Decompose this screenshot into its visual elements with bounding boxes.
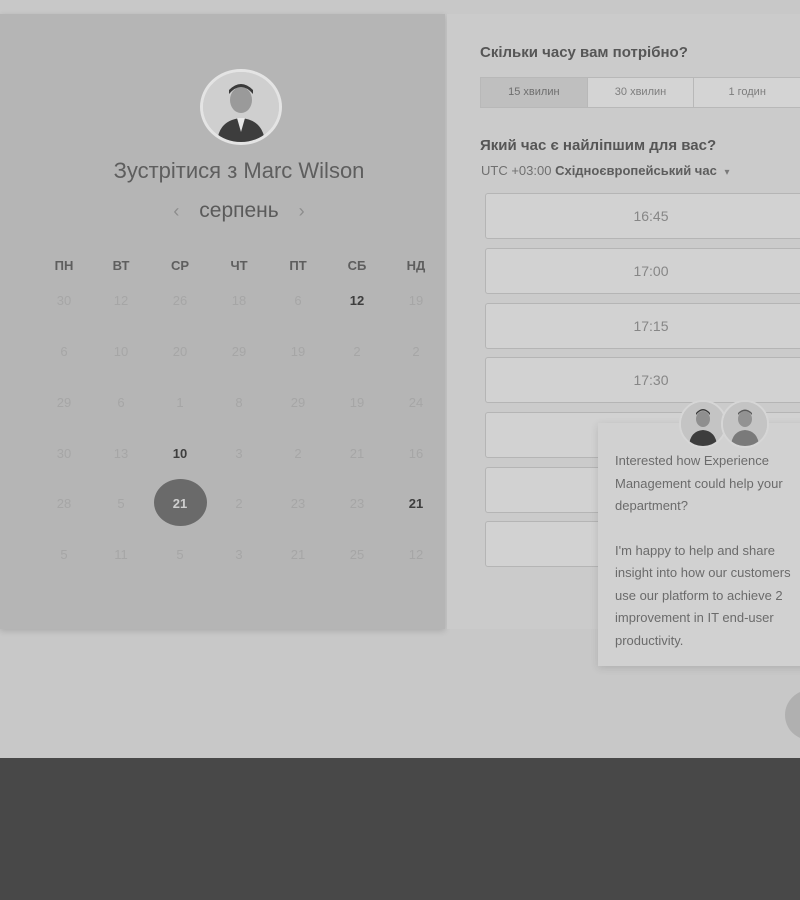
duration-30-button[interactable]: 30 хвилин bbox=[588, 78, 695, 107]
title-prefix: Зустрітися з bbox=[113, 158, 238, 183]
weekday-label: ЧТ bbox=[230, 258, 248, 273]
calendar-day: 3 bbox=[235, 446, 243, 461]
calendar-day: 19 bbox=[408, 293, 424, 308]
calendar-day: 19 bbox=[290, 344, 306, 359]
calendar-day: 19 bbox=[349, 395, 365, 410]
person-icon bbox=[681, 402, 725, 446]
month-navigator: ‹ серпень › bbox=[0, 199, 478, 223]
calendar-day: 10 bbox=[113, 344, 129, 359]
timezone-offset: UTC +03:00 bbox=[481, 163, 552, 178]
calendar-day: 1 bbox=[176, 395, 184, 410]
calendar-day: 23 bbox=[349, 496, 365, 511]
weekday-label: ВТ bbox=[112, 258, 130, 273]
chat-message-1: Interested how Experience Management cou… bbox=[615, 453, 783, 513]
calendar-day: 2 bbox=[235, 496, 243, 511]
calendar-day: 3 bbox=[235, 547, 243, 562]
page-footer bbox=[0, 758, 800, 900]
calendar-day: 25 bbox=[349, 547, 365, 562]
weekday-label: ПТ bbox=[289, 258, 307, 273]
person-icon bbox=[203, 72, 279, 142]
calendar-day: 12 bbox=[113, 293, 129, 308]
calendar-day: 5 bbox=[117, 496, 125, 511]
weekday-label: ПН bbox=[54, 258, 74, 273]
host-name: Marc Wilson bbox=[243, 158, 365, 183]
calendar-day: 5 bbox=[60, 547, 68, 562]
weekday-label: СБ bbox=[347, 258, 367, 273]
duration-60-button[interactable]: 1 годин bbox=[694, 78, 800, 107]
duration-question: Скільки часу вам потрібно? bbox=[480, 44, 688, 61]
calendar-day: 29 bbox=[290, 395, 306, 410]
calendar-day: 16 bbox=[408, 446, 424, 461]
chevron-down-icon: ▾ bbox=[724, 167, 730, 178]
selected-day[interactable]: 21 bbox=[158, 496, 202, 511]
calendar-day: 2 bbox=[412, 344, 420, 359]
time-slot[interactable]: 16:45 bbox=[485, 193, 800, 239]
calendar-day: 29 bbox=[231, 344, 247, 359]
calendar-day: 29 bbox=[56, 395, 72, 410]
calendar-day: 28 bbox=[56, 496, 72, 511]
available-day[interactable]: 21 bbox=[394, 496, 438, 511]
calendar-day: 6 bbox=[117, 395, 125, 410]
next-month-icon[interactable]: › bbox=[285, 201, 319, 221]
calendar-day: 30 bbox=[56, 446, 72, 461]
calendar-day: 21 bbox=[290, 547, 306, 562]
timezone-name: Східноєвропейський час bbox=[555, 163, 717, 178]
person-icon bbox=[723, 402, 767, 446]
calendar-day: 21 bbox=[349, 446, 365, 461]
calendar-day: 6 bbox=[60, 344, 68, 359]
calendar-day: 5 bbox=[176, 547, 184, 562]
available-day[interactable]: 10 bbox=[158, 446, 202, 461]
calendar-day: 6 bbox=[294, 293, 302, 308]
calendar-day: 8 bbox=[235, 395, 243, 410]
timezone-selector[interactable]: UTC +03:00 Східноєвропейський час ▾ bbox=[481, 163, 729, 178]
month-label: серпень bbox=[199, 199, 279, 222]
prev-month-icon[interactable]: ‹ bbox=[159, 201, 193, 221]
time-slot[interactable]: 17:15 bbox=[485, 303, 800, 349]
weekday-label: НД bbox=[406, 258, 426, 273]
host-avatar bbox=[200, 69, 282, 145]
calendar-day: 12 bbox=[408, 547, 424, 562]
calendar-day: 26 bbox=[172, 293, 188, 308]
chat-message-2: I'm happy to help and share insight into… bbox=[615, 542, 791, 648]
calendar-day: 24 bbox=[408, 395, 424, 410]
duration-selector: 15 хвилин 30 хвилин 1 годин bbox=[480, 77, 800, 108]
calendar-day: 11 bbox=[114, 547, 128, 562]
agent-avatar bbox=[721, 400, 769, 448]
calendar-day: 2 bbox=[353, 344, 361, 359]
time-slot[interactable]: 17:00 bbox=[485, 248, 800, 294]
weekday-label: СР bbox=[170, 258, 190, 273]
calendar-day: 23 bbox=[290, 496, 306, 511]
time-slot[interactable]: 17:30 bbox=[485, 357, 800, 403]
calendar-day: 13 bbox=[113, 446, 129, 461]
calendar-day: 18 bbox=[231, 293, 247, 308]
duration-15-button[interactable]: 15 хвилин bbox=[481, 78, 588, 107]
chat-message: Interested how Experience Management cou… bbox=[615, 450, 800, 652]
time-question: Який час є найліпшим для вас? bbox=[480, 137, 717, 154]
available-day[interactable]: 12 bbox=[335, 293, 379, 308]
meeting-title: Зустрітися з Marc Wilson bbox=[0, 158, 478, 184]
agent-avatar bbox=[679, 400, 727, 448]
calendar-day: 30 bbox=[56, 293, 72, 308]
calendar-day: 2 bbox=[294, 446, 302, 461]
calendar-day: 20 bbox=[172, 344, 188, 359]
